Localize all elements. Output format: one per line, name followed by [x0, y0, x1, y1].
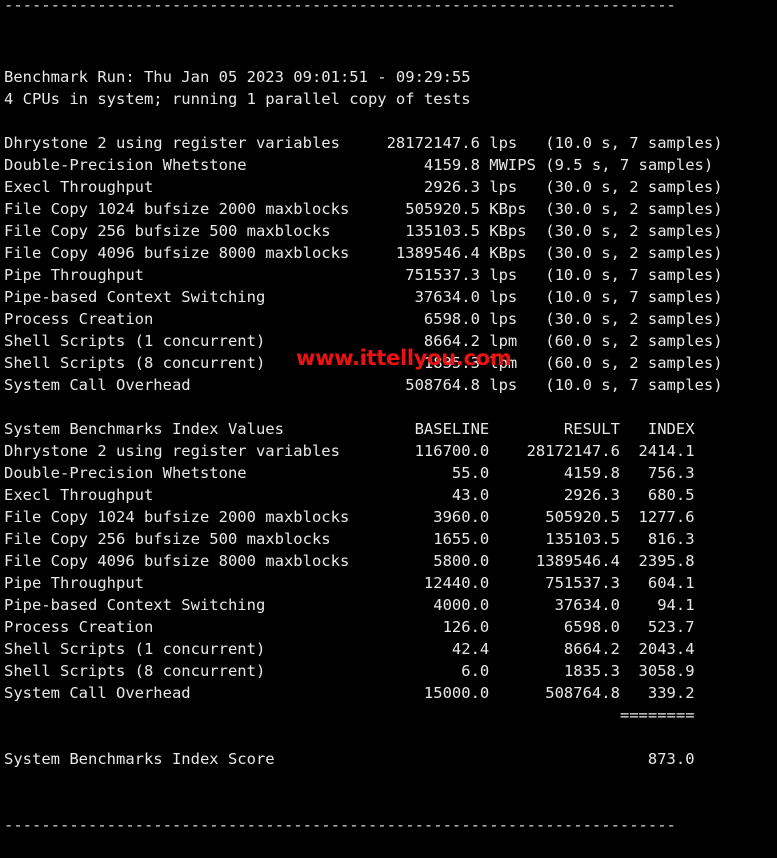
terminal-output: ----------------------------------------…: [0, 0, 777, 834]
raw-result-row: File Copy 256 bufsize 500 maxblocks 1351…: [4, 222, 723, 240]
raw-result-row: Dhrystone 2 using register variables 281…: [4, 134, 723, 152]
index-table-row: Pipe-based Context Switching 4000.0 3763…: [4, 596, 695, 614]
benchmark-run-line: Benchmark Run: Thu Jan 05 2023 09:01:51 …: [4, 68, 471, 86]
raw-result-row: Pipe Throughput 751537.3 lps (10.0 s, 7 …: [4, 266, 723, 284]
raw-result-row: File Copy 4096 bufsize 8000 maxblocks 13…: [4, 244, 723, 262]
cpu-count-line: 4 CPUs in system; running 1 parallel cop…: [4, 90, 471, 108]
raw-result-row: System Call Overhead 508764.8 lps (10.0 …: [4, 376, 723, 394]
top-divider-rule: ----------------------------------------…: [4, 0, 676, 14]
index-table-row: Process Creation 126.0 6598.0 523.7: [4, 618, 695, 636]
bottom-divider-rule: ----------------------------------------…: [4, 816, 676, 834]
index-table-row: Pipe Throughput 12440.0 751537.3 604.1: [4, 574, 695, 592]
index-table-row: Shell Scripts (1 concurrent) 42.4 8664.2…: [4, 640, 695, 658]
index-separator-rule: ========: [4, 706, 695, 724]
raw-result-row: Shell Scripts (8 concurrent) 1835.3 lpm …: [4, 354, 723, 372]
index-table-row: System Call Overhead 15000.0 508764.8 33…: [4, 684, 695, 702]
index-table-row: Shell Scripts (8 concurrent) 6.0 1835.3 …: [4, 662, 695, 680]
index-table-row: Execl Throughput 43.0 2926.3 680.5: [4, 486, 695, 504]
index-table-header: System Benchmarks Index Values BASELINE …: [4, 420, 695, 438]
index-table-row: File Copy 1024 bufsize 2000 maxblocks 39…: [4, 508, 695, 526]
raw-result-row: Double-Precision Whetstone 4159.8 MWIPS …: [4, 156, 714, 174]
raw-result-row: Process Creation 6598.0 lps (30.0 s, 2 s…: [4, 310, 723, 328]
raw-result-row: File Copy 1024 bufsize 2000 maxblocks 50…: [4, 200, 723, 218]
raw-result-row: Shell Scripts (1 concurrent) 8664.2 lpm …: [4, 332, 723, 350]
index-table-row: File Copy 256 bufsize 500 maxblocks 1655…: [4, 530, 695, 548]
index-table-row: File Copy 4096 bufsize 8000 maxblocks 58…: [4, 552, 695, 570]
raw-result-row: Execl Throughput 2926.3 lps (30.0 s, 2 s…: [4, 178, 723, 196]
raw-result-row: Pipe-based Context Switching 37634.0 lps…: [4, 288, 723, 306]
terminal-lines: Benchmark Run: Thu Jan 05 2023 09:01:51 …: [0, 66, 777, 836]
index-score-row: System Benchmarks Index Score 873.0: [4, 750, 695, 768]
index-table-row: Double-Precision Whetstone 55.0 4159.8 7…: [4, 464, 695, 482]
index-table-row: Dhrystone 2 using register variables 116…: [4, 442, 695, 460]
